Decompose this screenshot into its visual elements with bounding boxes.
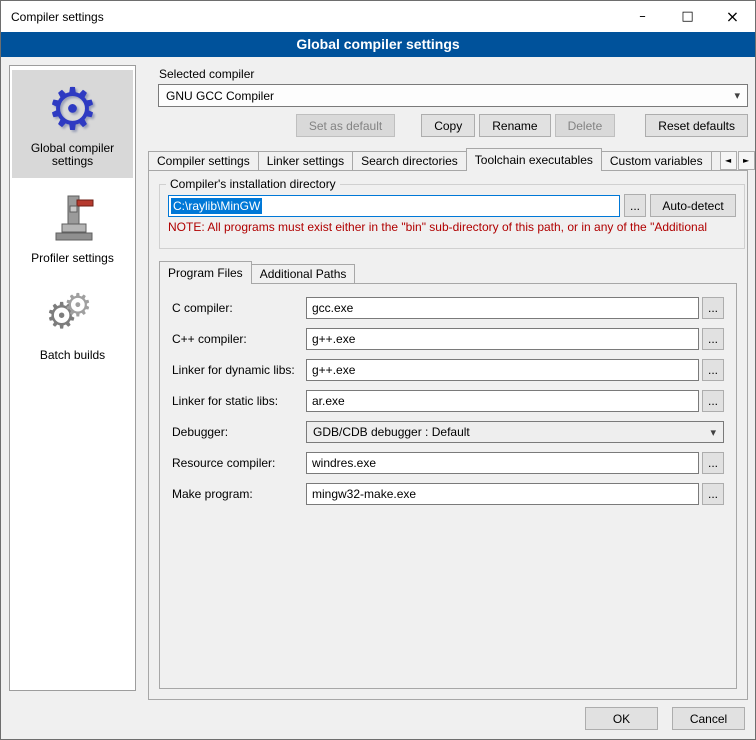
browse-cpp-compiler-button[interactable]: ... (702, 328, 724, 350)
tab-scrollers: ◄ ► (720, 151, 755, 171)
tab-search-directories[interactable]: Search directories (352, 151, 467, 171)
toolchain-executables-panel: Compiler's installation directory C:\ray… (148, 170, 748, 700)
tab-compiler-settings[interactable]: Compiler settings (148, 151, 259, 171)
window-title: Compiler settings (1, 10, 620, 24)
minimize-icon: – (639, 9, 646, 24)
gear-glyph: ⚙ (64, 289, 93, 321)
debugger-row: Debugger: GDB/CDB debugger : Default ▾ (172, 421, 724, 443)
debugger-select[interactable]: GDB/CDB debugger : Default ▾ (306, 421, 724, 443)
debugger-label: Debugger: (172, 425, 306, 439)
browse-c-compiler-button[interactable]: ... (702, 297, 724, 319)
sidebar-item-label: Profiler settings (15, 252, 130, 265)
sidebar-item-batch-builds[interactable]: ⚙ ⚙ Batch builds (12, 277, 133, 372)
make-program-input[interactable]: mingw32-make.exe (306, 483, 699, 505)
sidebar-item-global-compiler-settings[interactable]: ⚙ Global compiler settings (12, 70, 133, 178)
maximize-button[interactable]: □ (665, 1, 710, 32)
tab-scroll-right-button[interactable]: ► (738, 151, 755, 170)
auto-detect-button[interactable]: Auto-detect (650, 194, 736, 217)
right-arrow-icon: ► (743, 156, 749, 165)
titlebar: Compiler settings – □ × (1, 1, 755, 32)
gear-glyph: ⚙ (47, 80, 99, 138)
chevron-down-icon: ▾ (734, 89, 740, 102)
debugger-select-value: GDB/CDB debugger : Default (313, 425, 470, 439)
installation-directory-row: C:\raylib\MinGW ... Auto-detect (168, 194, 736, 217)
set-as-default-button[interactable]: Set as default (296, 114, 395, 137)
static-linker-row: Linker for static libs: ar.exe ... (172, 390, 724, 412)
left-arrow-icon: ◄ (725, 156, 731, 165)
ok-button[interactable]: OK (585, 707, 658, 730)
compiler-actions: Set as default Copy Rename Delete Reset … (158, 114, 748, 137)
compiler-select[interactable]: GNU GCC Compiler ▾ (158, 84, 748, 107)
browse-static-linker-button[interactable]: ... (702, 390, 724, 412)
browse-make-program-button[interactable]: ... (702, 483, 724, 505)
installation-directory-group: Compiler's installation directory C:\ray… (159, 177, 745, 249)
static-linker-input[interactable]: ar.exe (306, 390, 699, 412)
dialog-footer: OK Cancel (585, 707, 745, 730)
gear-stack: ⚙ ⚙ (46, 289, 100, 343)
make-program-value: mingw32-make.exe (312, 487, 416, 501)
settings-tabstrip: Compiler settings Linker settings Search… (148, 148, 748, 171)
cpp-compiler-value: g++.exe (312, 332, 355, 346)
c-compiler-row: C compiler: gcc.exe ... (172, 297, 724, 319)
dialog-header: Global compiler settings (1, 32, 755, 57)
close-button[interactable]: × (710, 1, 755, 32)
maximize-icon: □ (681, 9, 693, 24)
make-program-row: Make program: mingw32-make.exe ... (172, 483, 724, 505)
c-compiler-input[interactable]: gcc.exe (306, 297, 699, 319)
make-program-label: Make program: (172, 487, 306, 501)
installation-directory-legend: Compiler's installation directory (166, 177, 340, 191)
install-dir-input[interactable]: C:\raylib\MinGW (168, 195, 620, 217)
c-compiler-label: C compiler: (172, 301, 306, 315)
c-compiler-value: gcc.exe (312, 301, 353, 315)
gray-gears-icon: ⚙ ⚙ (15, 283, 130, 349)
profiler-tool-icon (15, 186, 130, 252)
reset-defaults-button[interactable]: Reset defaults (645, 114, 748, 137)
resource-compiler-row: Resource compiler: windres.exe ... (172, 452, 724, 474)
cpp-compiler-label: C++ compiler: (172, 332, 306, 346)
tab-linker-settings[interactable]: Linker settings (258, 151, 353, 171)
program-files-tabstrip: Program Files Additional Paths (159, 261, 737, 284)
tab-custom-variables[interactable]: Custom variables (601, 151, 712, 171)
cancel-button[interactable]: Cancel (672, 707, 745, 730)
chevron-down-icon: ▾ (710, 426, 716, 439)
rename-button[interactable]: Rename (479, 114, 550, 137)
install-dir-value: C:\raylib\MinGW (171, 198, 262, 214)
program-files-panel: C compiler: gcc.exe ... C++ compiler: g+… (159, 283, 737, 689)
dynamic-linker-input[interactable]: g++.exe (306, 359, 699, 381)
minimize-button[interactable]: – (620, 1, 665, 32)
static-linker-label: Linker for static libs: (172, 394, 306, 408)
browse-dynamic-linker-button[interactable]: ... (702, 359, 724, 381)
cpp-compiler-row: C++ compiler: g++.exe ... (172, 328, 724, 350)
subtab-program-files[interactable]: Program Files (159, 261, 252, 284)
compiler-select-value: GNU GCC Compiler (166, 89, 274, 103)
delete-button[interactable]: Delete (555, 114, 616, 137)
sidebar-item-label: Global compiler settings (15, 142, 130, 168)
static-linker-value: ar.exe (312, 394, 345, 408)
copy-button[interactable]: Copy (421, 114, 475, 137)
profiler-tool-graphic (48, 192, 98, 246)
resource-compiler-value: windres.exe (312, 456, 376, 470)
selected-compiler-label: Selected compiler (159, 67, 254, 81)
browse-install-dir-button[interactable]: ... (624, 194, 646, 217)
subtab-additional-paths[interactable]: Additional Paths (251, 264, 356, 284)
sidebar-item-profiler-settings[interactable]: Profiler settings (12, 180, 133, 275)
blue-gear-icon: ⚙ (15, 76, 130, 142)
compiler-settings-dialog: Compiler settings – □ × Global compiler … (0, 0, 756, 740)
dynamic-linker-value: g++.exe (312, 363, 355, 377)
settings-category-list: ⚙ Global compiler settings Profiler sett… (9, 65, 136, 691)
resource-compiler-label: Resource compiler: (172, 456, 306, 470)
tab-scroll-left-button[interactable]: ◄ (720, 151, 737, 170)
browse-resource-compiler-button[interactable]: ... (702, 452, 724, 474)
cpp-compiler-input[interactable]: g++.exe (306, 328, 699, 350)
bin-subdirectory-note: NOTE: All programs must exist either in … (168, 220, 736, 234)
dynamic-linker-label: Linker for dynamic libs: (172, 363, 306, 377)
sidebar-item-label: Batch builds (15, 349, 130, 362)
tab-toolchain-executables[interactable]: Toolchain executables (466, 148, 602, 171)
close-icon: × (726, 7, 739, 26)
resource-compiler-input[interactable]: windres.exe (306, 452, 699, 474)
dynamic-linker-row: Linker for dynamic libs: g++.exe ... (172, 359, 724, 381)
